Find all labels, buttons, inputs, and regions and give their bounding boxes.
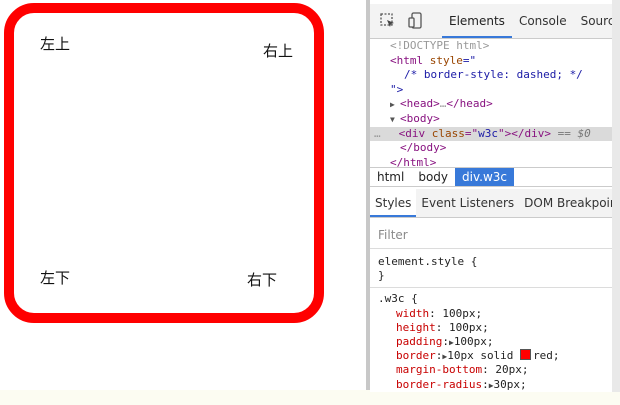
selected-node-marker: == $0 bbox=[557, 126, 591, 140]
devtools-tabbar: Elements Console Source bbox=[370, 4, 612, 39]
corner-label-top-right: 右上 bbox=[263, 42, 294, 60]
dom-line-html-close[interactable]: </html> bbox=[370, 156, 612, 171]
div-close-tag: </div> bbox=[511, 126, 551, 140]
decl-margin-bottom[interactable]: margin-bottom: 20px; bbox=[378, 363, 612, 377]
dom-line-body[interactable]: ▼ <body> bbox=[370, 112, 612, 127]
html-close-tag: </html> bbox=[390, 155, 437, 169]
styles-subtabs: Styles Event Listeners DOM Breakpoints bbox=[370, 189, 612, 218]
styles-pane: element.style { } .w3c { width: 100px; h… bbox=[370, 249, 612, 392]
dom-line-div-selected[interactable]: … <div class="w3c"></div> == $0 bbox=[370, 126, 612, 142]
devtools-panel: Elements Console Source <!DOCTYPE html> … bbox=[370, 0, 612, 392]
expand-triangle-icon[interactable]: ▶ bbox=[390, 98, 400, 113]
prop-value: 100px; bbox=[453, 334, 494, 348]
head-close-tag: </head> bbox=[446, 97, 493, 111]
element-style-selector[interactable]: element.style { bbox=[378, 255, 612, 269]
corner-label-bottom-right: 右下 bbox=[247, 271, 278, 289]
decl-height[interactable]: height: 100px; bbox=[378, 321, 612, 335]
window-bottom-strip bbox=[0, 390, 620, 405]
html-open-tag: <html bbox=[390, 53, 424, 67]
div-attr-end: "> bbox=[498, 126, 512, 140]
collapse-triangle-icon[interactable]: ▼ bbox=[390, 113, 400, 128]
tab-sources[interactable]: Source bbox=[574, 4, 612, 38]
prop-name: border bbox=[396, 349, 436, 363]
dom-line-style-close[interactable]: "> bbox=[370, 83, 612, 98]
breadcrumb-div-w3c[interactable]: div.w3c bbox=[455, 168, 515, 186]
prop-value: 100px; bbox=[442, 306, 483, 320]
div-open-tag: <div bbox=[398, 126, 426, 140]
html-attr-eq: =" bbox=[462, 53, 477, 67]
inspect-element-icon[interactable] bbox=[378, 11, 398, 31]
prop-name: margin-bottom bbox=[396, 363, 483, 377]
tab-elements[interactable]: Elements bbox=[442, 4, 512, 38]
prop-name: width bbox=[396, 306, 430, 320]
prop-value: 20px; bbox=[495, 363, 529, 377]
dom-line-style-comment[interactable]: /* border-style: dashed; */ bbox=[370, 68, 612, 83]
decl-width[interactable]: width: 100px; bbox=[378, 307, 612, 321]
tab-console[interactable]: Console bbox=[512, 4, 574, 38]
prop-name: padding bbox=[396, 334, 443, 348]
dom-line-body-close[interactable]: </body> bbox=[370, 141, 612, 156]
page-viewport: 左上 右上 左下 右下 bbox=[0, 0, 366, 390]
prop-value: 100px; bbox=[449, 320, 489, 334]
style-comment: /* border-style: dashed; */ bbox=[404, 68, 583, 82]
prop-name: border-radius bbox=[396, 377, 483, 391]
breadcrumb-html[interactable]: html bbox=[370, 168, 411, 186]
w3c-div-box: 左上 右上 左下 右下 bbox=[4, 3, 324, 323]
div-class-value: w3c bbox=[478, 126, 498, 140]
w3c-rule-selector[interactable]: .w3c { bbox=[378, 292, 612, 306]
decl-border-radius[interactable]: border-radius:▶30px; bbox=[378, 378, 612, 392]
dom-tree: <!DOCTYPE html> <html style=" /* border-… bbox=[370, 35, 612, 169]
subtab-styles[interactable]: Styles bbox=[370, 189, 417, 217]
styles-filter-input[interactable]: Filter bbox=[370, 222, 612, 249]
head-open-tag: <head> bbox=[400, 97, 440, 111]
element-style-close: } bbox=[378, 269, 385, 283]
color-swatch-icon[interactable] bbox=[520, 349, 532, 361]
device-mode-icon[interactable] bbox=[406, 11, 426, 31]
div-class-attr: class bbox=[431, 126, 465, 140]
breadcrumb-body[interactable]: body bbox=[411, 168, 455, 186]
body-close-tag: </body> bbox=[400, 141, 447, 155]
more-actions-icon[interactable]: … bbox=[374, 127, 381, 140]
doctype-text: <!DOCTYPE html> bbox=[390, 39, 490, 52]
div-attr-eq: =" bbox=[464, 126, 479, 140]
decl-border[interactable]: border:▶10px solid red; bbox=[378, 349, 612, 363]
corner-label-top-left: 左上 bbox=[40, 35, 71, 53]
devtools-scrollbar[interactable] bbox=[612, 0, 620, 392]
subtab-event-listeners[interactable]: Event Listeners bbox=[416, 189, 519, 217]
subtab-dom-breakpoints[interactable]: DOM Breakpoints bbox=[519, 189, 612, 217]
dom-line-doctype[interactable]: <!DOCTYPE html> bbox=[370, 39, 612, 54]
body-open-tag: <body> bbox=[400, 111, 440, 125]
style-close: "> bbox=[390, 82, 404, 96]
prop-value: 10px solid bbox=[447, 349, 521, 363]
corner-label-bottom-left: 左下 bbox=[40, 269, 71, 287]
prop-name: height bbox=[396, 320, 436, 334]
html-style-attr: style bbox=[429, 53, 463, 67]
prop-value-color: red; bbox=[533, 349, 560, 363]
prop-value: 30px; bbox=[493, 377, 527, 391]
rule-divider bbox=[370, 287, 612, 289]
dom-line-head[interactable]: ▶ <head>…</head> bbox=[370, 97, 612, 112]
dom-line-html[interactable]: <html style=" bbox=[370, 54, 612, 69]
decl-padding[interactable]: padding:▶100px; bbox=[378, 335, 612, 349]
